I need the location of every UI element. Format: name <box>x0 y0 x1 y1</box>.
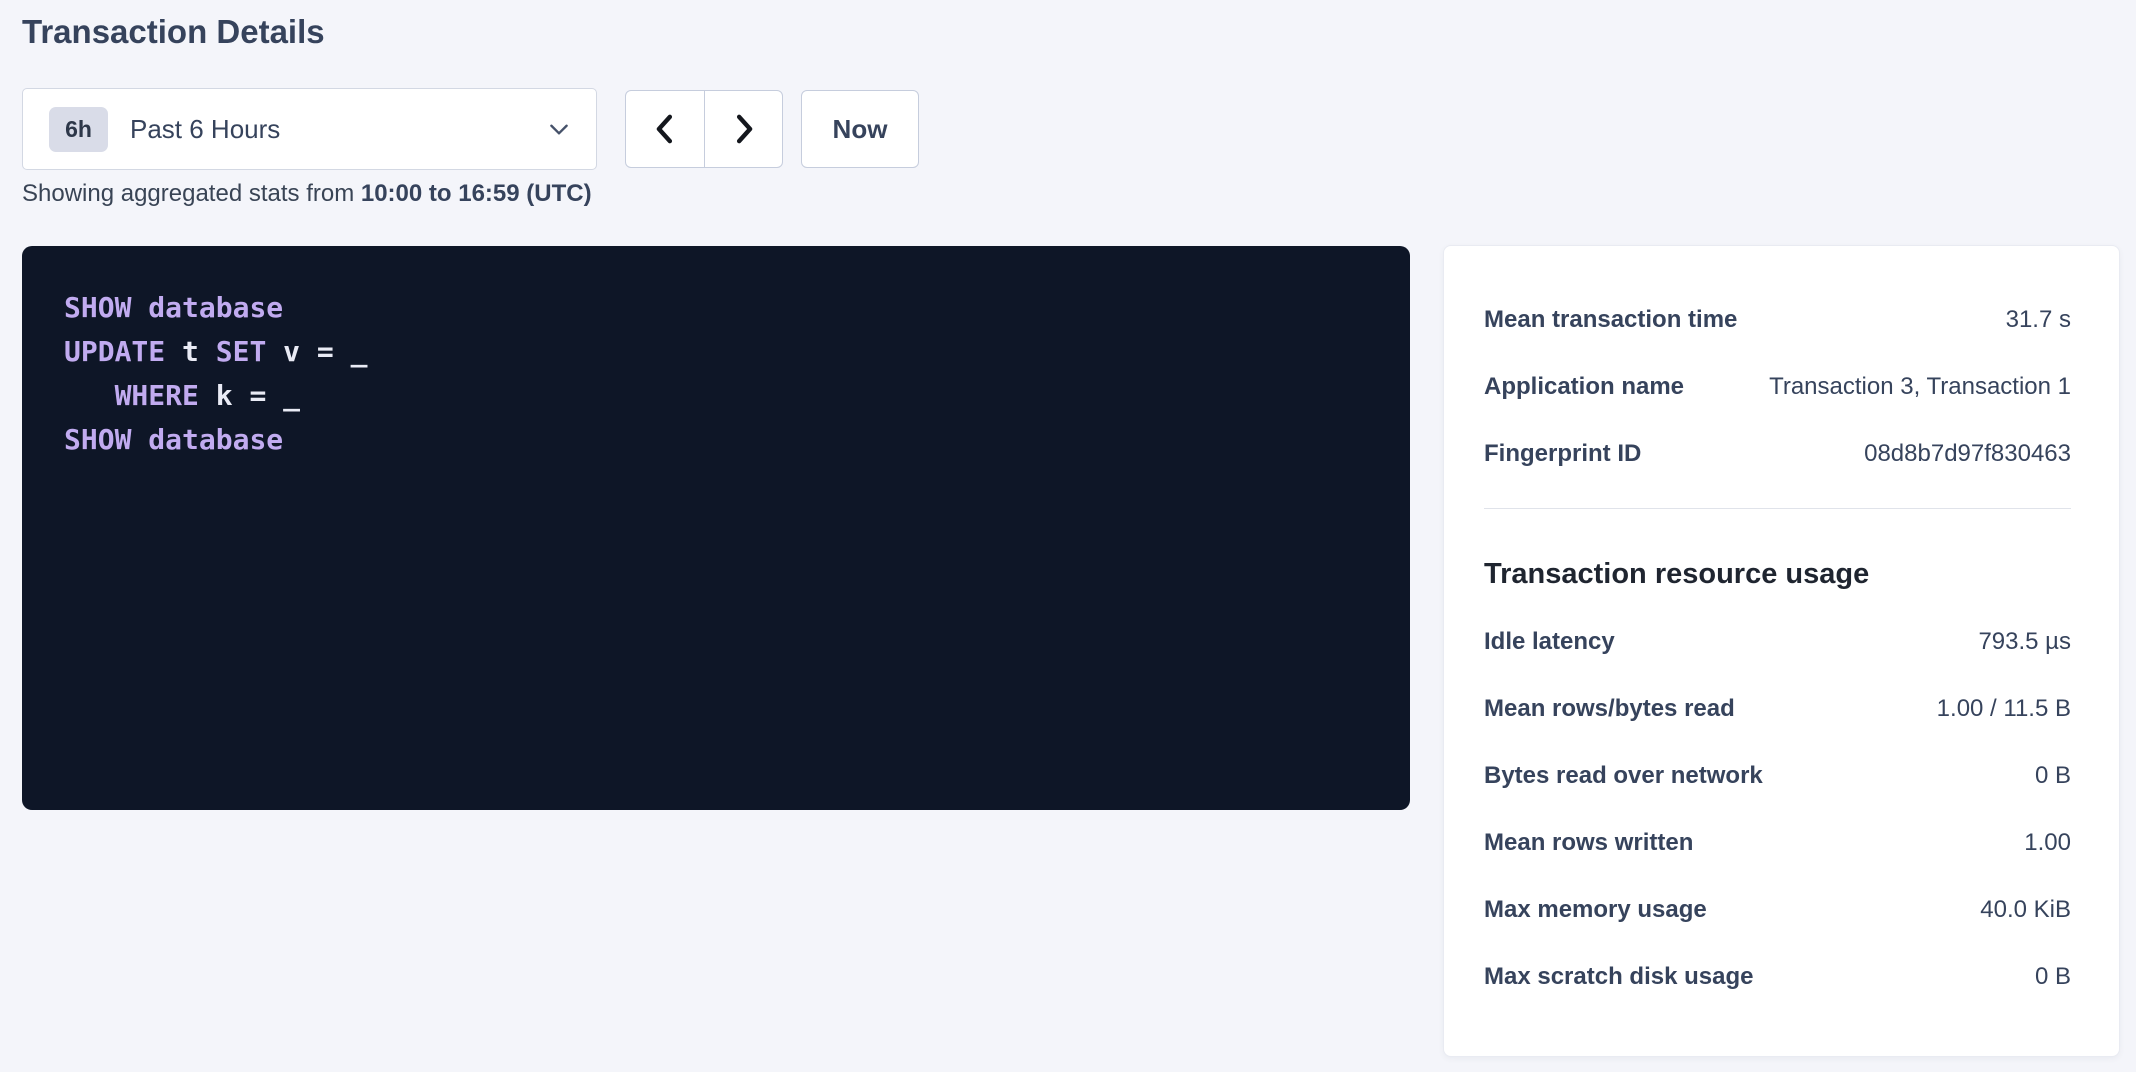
transaction-details-page: Transaction Details 6h Past 6 Hours <box>0 0 2136 1072</box>
stat-row-mean-rows-bytes-read: Mean rows/bytes read 1.00 / 11.5 B <box>1484 675 2071 742</box>
stat-label: Fingerprint ID <box>1484 440 1641 468</box>
stat-row-application-name: Application name Transaction 3, Transact… <box>1484 353 2071 420</box>
stat-value: Transaction 3, Transaction 1 <box>1769 373 2071 401</box>
now-button[interactable]: Now <box>801 90 919 168</box>
stat-value: 0 B <box>2035 963 2071 991</box>
stat-label: Mean transaction time <box>1484 306 1737 334</box>
stat-label: Application name <box>1484 373 1684 401</box>
stat-label: Bytes read over network <box>1484 762 1763 790</box>
next-time-button[interactable] <box>704 91 782 167</box>
resource-usage-rows: Idle latency 793.5 µs Mean rows/bytes re… <box>1484 608 2071 1010</box>
prev-time-button[interactable] <box>626 91 704 167</box>
stat-row-mean-transaction-time: Mean transaction time 31.7 s <box>1484 286 2071 353</box>
stat-row-max-scratch-disk-usage: Max scratch disk usage 0 B <box>1484 943 2071 1010</box>
stat-value: 793.5 µs <box>1978 628 2071 656</box>
sql-line: SHOW database <box>64 418 1368 462</box>
sql-line: WHERE k = _ <box>64 374 1368 418</box>
stat-value: 0 B <box>2035 762 2071 790</box>
sql-line: UPDATE t SET v = _ <box>64 330 1368 374</box>
aggregation-period-text: Showing aggregated stats from 10:00 to 1… <box>22 179 592 209</box>
stat-label: Max scratch disk usage <box>1484 963 1753 991</box>
page-title: Transaction Details <box>22 10 325 54</box>
time-nav-button-group <box>625 90 783 168</box>
transaction-details-card: Mean transaction time 31.7 s Application… <box>1443 245 2120 1057</box>
sql-line: SHOW database <box>64 286 1368 330</box>
aggregation-period-range: 10:00 to 16:59 (UTC) <box>361 180 592 207</box>
chevron-right-icon <box>729 112 759 146</box>
time-range-select[interactable]: 6h Past 6 Hours <box>22 88 597 170</box>
stat-value: 08d8b7d97f830463 <box>1864 440 2071 468</box>
resource-usage-header: Transaction resource usage <box>1484 555 2071 593</box>
time-range-label: Past 6 Hours <box>130 114 546 145</box>
stat-value: 31.7 s <box>2006 306 2071 334</box>
chevron-left-icon <box>650 112 680 146</box>
stat-label: Mean rows/bytes read <box>1484 695 1735 723</box>
stat-row-mean-rows-written: Mean rows written 1.00 <box>1484 809 2071 876</box>
stat-value: 40.0 KiB <box>1980 896 2071 924</box>
sql-statement-box: SHOW database UPDATE t SET v = _ WHERE k… <box>22 246 1410 810</box>
stat-label: Idle latency <box>1484 628 1615 656</box>
stat-row-bytes-read-over-network: Bytes read over network 0 B <box>1484 742 2071 809</box>
stat-row-max-memory-usage: Max memory usage 40.0 KiB <box>1484 876 2071 943</box>
stat-label: Mean rows written <box>1484 829 1693 857</box>
chevron-down-icon <box>546 116 572 142</box>
time-range-badge: 6h <box>49 107 108 152</box>
time-controls: 6h Past 6 Hours <box>22 88 919 170</box>
stat-value: 1.00 <box>2024 829 2071 857</box>
stat-row-fingerprint-id: Fingerprint ID 08d8b7d97f830463 <box>1484 420 2071 487</box>
stat-label: Max memory usage <box>1484 896 1707 924</box>
stat-value: 1.00 / 11.5 B <box>1937 695 2071 723</box>
stat-row-idle-latency: Idle latency 793.5 µs <box>1484 608 2071 675</box>
card-divider <box>1484 508 2071 509</box>
aggregation-period-prefix: Showing aggregated stats from <box>22 180 361 207</box>
